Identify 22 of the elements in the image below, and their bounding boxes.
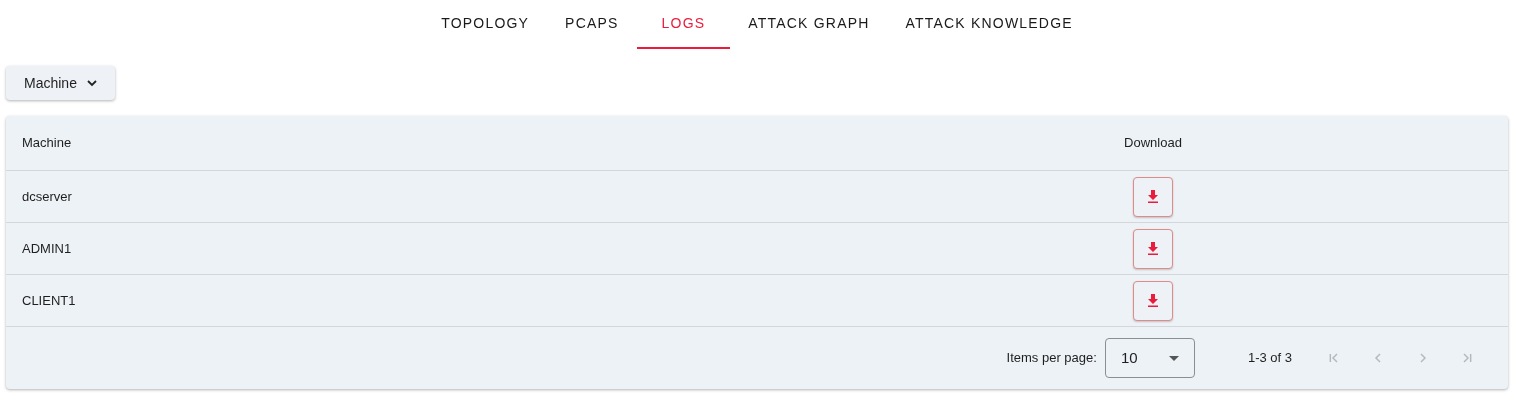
column-header: Machine: [21, 134, 72, 153]
page-size-select[interactable]: 10: [1104, 338, 1195, 378]
page-range: 1-3 of 3: [1247, 349, 1292, 368]
download-button[interactable]: [1133, 228, 1173, 269]
download-button[interactable]: [1133, 176, 1173, 217]
table-cell-text: CLIENT1: [21, 291, 76, 310]
chevron-down-icon: [86, 79, 97, 87]
tab[interactable]: ATTACK KNOWLEDGE: [887, 0, 1091, 49]
machine-dropdown-button[interactable]: Machine: [6, 66, 115, 100]
items-per-page-label: Items per page:: [1006, 349, 1097, 368]
tab[interactable]: ATTACK GRAPH: [730, 0, 888, 49]
tab[interactable]: LOGS: [636, 0, 731, 49]
download-icon: [1147, 190, 1159, 203]
download-icon: [1147, 294, 1159, 307]
dropdown-arrow-icon: [1168, 355, 1179, 361]
table-cell-text: ADMIN1: [21, 239, 72, 258]
tab[interactable]: TOPOLOGY: [423, 0, 548, 49]
table-cell-text: dcserver: [21, 187, 72, 206]
download-button[interactable]: [1133, 280, 1173, 321]
tab[interactable]: PCAPS: [547, 0, 637, 49]
column-header: Download: [1124, 134, 1182, 153]
download-icon: [1147, 242, 1159, 255]
